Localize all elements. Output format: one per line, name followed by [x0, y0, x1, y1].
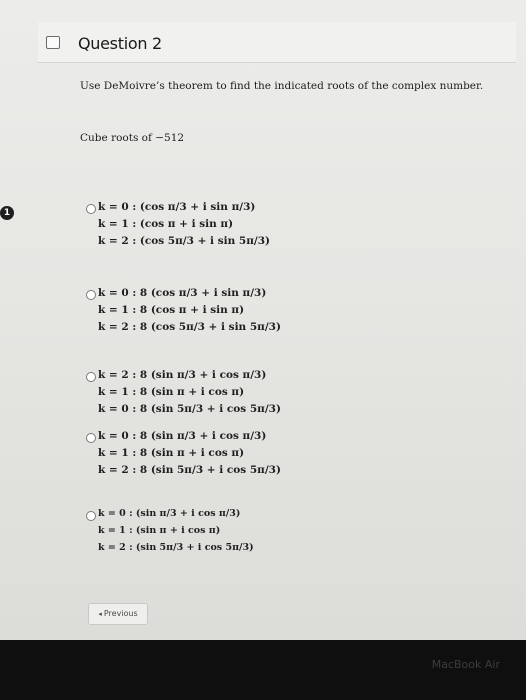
- question-instruction: Use DeMoivre’s theorem to find the indic…: [80, 80, 484, 92]
- option-line: k = 0 : (sin π/3 + i cos π/3): [98, 508, 241, 519]
- option-line: k = 2 : (cos 5π/3 + i sin 5π/3): [98, 235, 270, 247]
- option-line: k = 1 : (sin π + i cos π): [98, 525, 221, 536]
- previous-button[interactable]: ◂ Previous: [88, 603, 148, 625]
- option-line: k = 2 : (sin 5π/3 + i cos 5π/3): [98, 542, 254, 553]
- flag-icon[interactable]: [46, 36, 60, 49]
- radio-button[interactable]: [86, 372, 96, 382]
- radio-button[interactable]: [86, 290, 96, 300]
- question-header: Question 2: [38, 22, 516, 63]
- radio-button[interactable]: [86, 511, 96, 521]
- device-brand: MacBook Air: [431, 658, 500, 671]
- option-line: k = 2 : 8 (sin π/3 + i cos π/3): [98, 369, 267, 381]
- option-line: k = 1 : 8 (sin π + i cos π): [98, 386, 245, 398]
- option-line: k = 0 : 8 (cos π/3 + i sin π/3): [98, 287, 267, 299]
- option-line: k = 0 : 8 (sin 5π/3 + i cos 5π/3): [98, 403, 281, 415]
- question-prompt: Cube roots of −512: [80, 132, 185, 144]
- quiz-page: Question 2 1 Use DeMoivre’s theorem to f…: [0, 0, 526, 640]
- option-line: k = 1 : (cos π + i sin π): [98, 218, 234, 230]
- radio-button[interactable]: [86, 204, 96, 214]
- option-line: k = 2 : 8 (cos 5π/3 + i sin 5π/3): [98, 321, 281, 333]
- option-line: k = 1 : 8 (cos π + i sin π): [98, 304, 245, 316]
- question-title: Question 2: [78, 34, 162, 53]
- previous-label: Previous: [103, 609, 138, 618]
- laptop-bezel: MacBook Air: [0, 640, 526, 700]
- option-line: k = 1 : 8 (sin π + i cos π): [98, 447, 245, 459]
- option-line: k = 0 : (cos π/3 + i sin π/3): [98, 201, 256, 213]
- triangle-left-icon: ◂: [98, 610, 102, 618]
- unanswered-badge: 1: [0, 206, 14, 220]
- option-line: k = 2 : 8 (sin 5π/3 + i cos 5π/3): [98, 464, 281, 476]
- radio-button[interactable]: [86, 433, 96, 443]
- option-line: k = 0 : 8 (sin π/3 + i cos π/3): [98, 430, 267, 442]
